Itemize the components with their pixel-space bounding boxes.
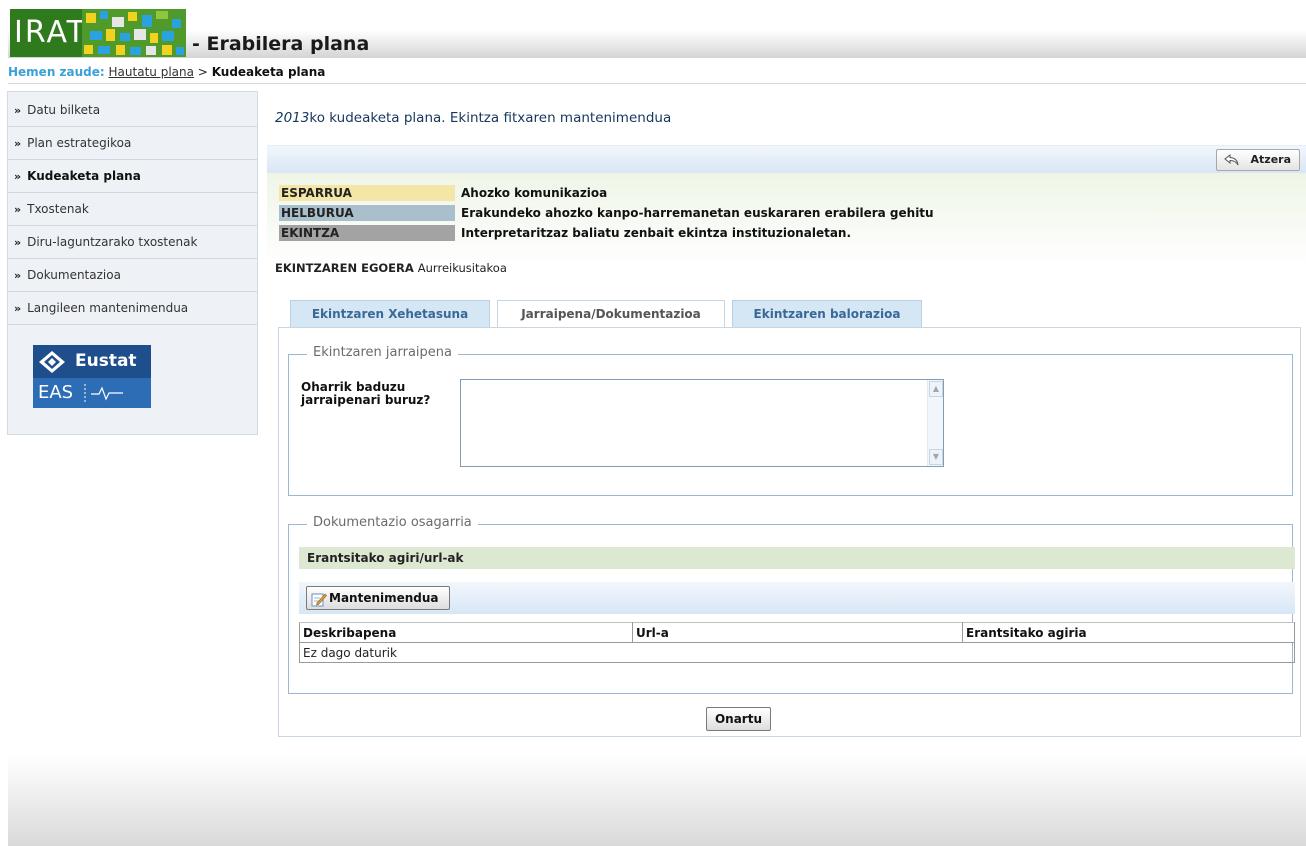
page-title-year: 2013 (275, 110, 310, 126)
breadcrumb-link-select-plan[interactable]: Hautatu plana (109, 65, 194, 79)
sidebar-item-label: Kudeaketa plana (27, 169, 141, 183)
accept-button[interactable]: Onartu (706, 707, 771, 731)
notes-textarea[interactable] (460, 379, 944, 467)
breadcrumb-label: Hemen zaude: (8, 65, 105, 79)
action-status: EKINTZAREN EGOERA Aurreikusitakoa (275, 261, 507, 275)
sidebar-item-staff-maintenance[interactable]: » Langileen mantenimendua (8, 292, 257, 325)
attached-files-header: Erantsitako agiri/url-ak (299, 547, 1295, 569)
chevron-right-icon: » (14, 269, 22, 282)
chevron-right-icon: » (14, 104, 22, 117)
breadcrumb-separator: > (197, 65, 208, 79)
header: IRATI - Erabilera plana (0, 0, 1306, 62)
column-url[interactable]: Url-a (632, 622, 963, 643)
attachments-table: Deskribapena Url-a Erantsitako agiria Ez… (299, 622, 1295, 663)
notes-scrollbar[interactable]: ▲ ▼ (927, 380, 943, 466)
tab-action-evaluation[interactable]: Ekintzaren balorazioa (732, 300, 922, 327)
edit-icon (311, 593, 327, 607)
eustat-logo-top: Eustat (33, 345, 151, 378)
chevron-right-icon: » (14, 302, 22, 315)
eustat-mark-icon (39, 351, 65, 373)
eustat-logo-text: Eustat (75, 351, 137, 371)
page-title: 2013ko kudeaketa plana. Ekintza fitxaren… (275, 110, 671, 126)
chevron-right-icon: » (14, 203, 22, 216)
tab-content: Ekintzaren jarraipena Oharrik baduzu jar… (278, 327, 1301, 737)
table-header-row: Deskribapena Url-a Erantsitako agiria (299, 622, 1295, 643)
chevron-right-icon: » (14, 137, 22, 150)
breadcrumb-current: Kudeaketa plana (211, 65, 326, 79)
maintenance-toolbar: Mantenimendua (299, 582, 1295, 614)
scope-value: Ahozko komunikazioa (461, 186, 608, 200)
notes-label: Oharrik baduzu jarraipenari buruz? (301, 380, 431, 407)
sidebar-item-grant-reports[interactable]: » Diru-laguntzarako txostenak (8, 226, 257, 259)
sidebar-item-data-collection[interactable]: » Datu bilketa (8, 94, 257, 127)
sidebar-item-label: Dokumentazioa (27, 268, 121, 282)
followup-legend: Ekintzaren jarraipena (307, 345, 458, 360)
sidebar-item-management-plan[interactable]: » Kudeaketa plana (8, 160, 257, 193)
scroll-up-icon[interactable]: ▲ (929, 381, 943, 397)
action-status-value: Aurreikusitakoa (417, 261, 507, 275)
objective-value: Erakundeko ahozko kanpo-harremanetan eus… (461, 206, 934, 220)
back-arrow-icon (1224, 153, 1239, 166)
sidebar-item-label: Plan estrategikoa (27, 136, 132, 150)
sidebar-item-label: Txostenak (27, 202, 89, 216)
back-button-label: Atzera (1250, 153, 1291, 166)
page-title-text: ko kudeaketa plana. Ekintza fitxaren man… (309, 110, 672, 126)
maintenance-button-label: Mantenimendua (329, 591, 439, 605)
sidebar-item-reports[interactable]: » Txostenak (8, 193, 257, 226)
eas-logo-text: EAS (38, 382, 74, 403)
tab-followup-documentation[interactable]: Jarraipena/Dokumentazioa (497, 300, 725, 329)
scroll-down-icon[interactable]: ▼ (929, 449, 943, 465)
table-row: Ez dago daturik (299, 642, 1295, 663)
eas-logo: EAS (33, 378, 151, 408)
scope-label: ESPARRUA (279, 185, 455, 201)
pulse-icon (84, 384, 123, 402)
documentation-section: Dokumentazio osagarria Erantsitako agiri… (288, 515, 1295, 694)
action-status-label: EKINTZAREN EGOERA (275, 261, 414, 275)
documentation-legend: Dokumentazio osagarria (307, 515, 478, 530)
maintenance-button[interactable]: Mantenimendua (306, 586, 450, 610)
chevron-right-icon: » (14, 236, 22, 249)
chevron-right-icon: » (14, 170, 22, 183)
column-description[interactable]: Deskribapena (299, 622, 633, 643)
sidebar-item-label: Diru-laguntzarako txostenak (27, 235, 198, 249)
footer-band (8, 755, 1306, 846)
irati-logo-mosaic (82, 9, 186, 57)
toolbar: Atzera (267, 145, 1306, 173)
breadcrumb: Hemen zaude: Hautatu plana > Kudeaketa p… (8, 63, 1306, 84)
followup-section: Ekintzaren jarraipena Oharrik baduzu jar… (288, 345, 1293, 496)
sidebar-item-label: Langileen mantenimendua (27, 301, 189, 315)
action-label: EKINTZA (279, 225, 455, 241)
back-button[interactable]: Atzera (1216, 149, 1300, 171)
column-attached-file[interactable]: Erantsitako agiria (962, 622, 1295, 643)
sidebar-item-documentation[interactable]: » Dokumentazioa (8, 259, 257, 292)
empty-table-message: Ez dago daturik (299, 642, 1295, 663)
tab-action-details[interactable]: Ekintzaren Xehetasuna (290, 300, 490, 327)
objective-label: HELBURUA (279, 205, 455, 221)
sidebar: » Datu bilketa » Plan estrategikoa » Kudeak… (7, 91, 258, 435)
eustat-logo[interactable]: Eustat EAS (33, 345, 151, 409)
action-info-panel: ESPARRUA Ahozko komunikazioa HELBURUA Er… (267, 173, 1306, 288)
sidebar-item-strategic-plan[interactable]: » Plan estrategikoa (8, 127, 257, 160)
sidebar-item-label: Datu bilketa (27, 103, 101, 117)
app-title: - Erabilera plana (192, 33, 370, 55)
action-value: Interpretaritzaz baliatu zenbait ekintza… (461, 226, 852, 240)
